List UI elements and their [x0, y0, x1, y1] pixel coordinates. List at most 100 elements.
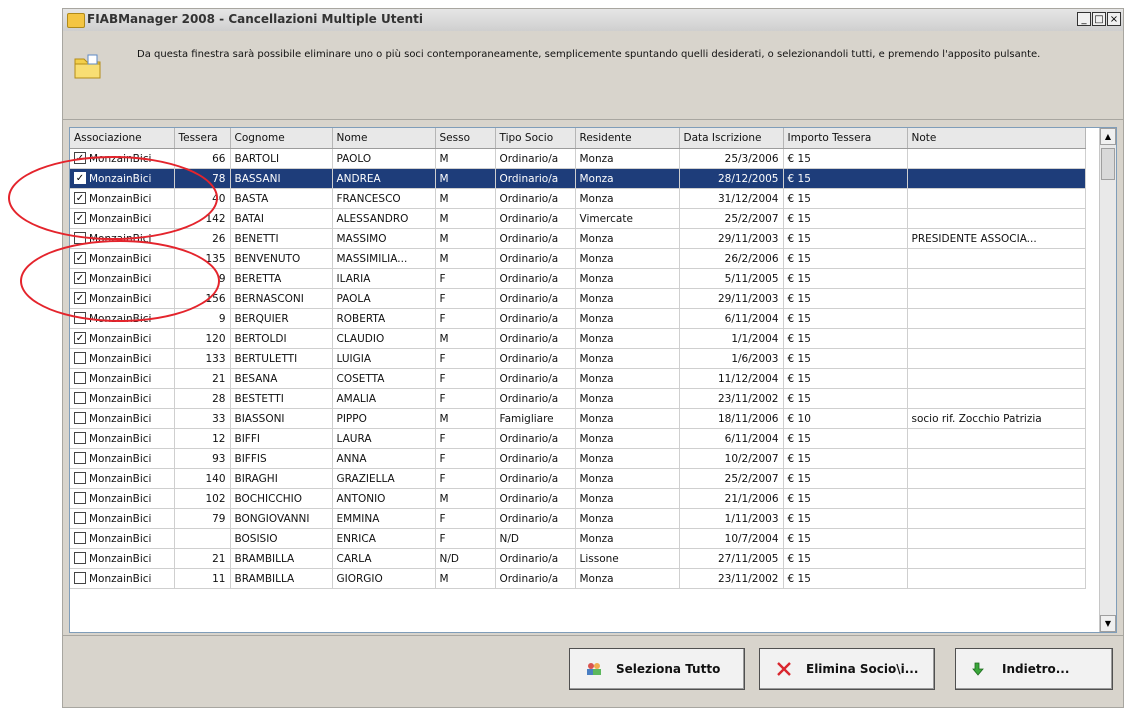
table-row[interactable]: ✓ MonzainBici 9 BERETTA ILARIA F Ordinario/a Mo… — [70, 268, 1086, 289]
table-row[interactable]: ✓ MonzainBici 66 BARTOLI PAOLO M Ordinario/a Mo… — [70, 148, 1086, 169]
checkbox[interactable] — [74, 531, 86, 544]
table-cell: 133 — [174, 348, 231, 369]
close-button[interactable]: × — [1107, 12, 1121, 26]
table-row[interactable]: ✓ MonzainBici 156 BERNASCONI PAOLA F Ordinario… — [70, 288, 1086, 309]
checked-checkbox[interactable]: ✓ — [74, 171, 86, 184]
table-cell: Ordinario/a — [495, 508, 576, 529]
table-cell: ILARIA — [332, 268, 436, 289]
checked-checkbox[interactable]: ✓ — [74, 151, 86, 164]
table-cell: LUIGIA — [332, 348, 436, 369]
column-header[interactable]: Sesso — [435, 128, 496, 149]
table-row[interactable]: MonzainBici 21 BESANA COSETTA F Ordinario/a Mo… — [70, 368, 1086, 389]
checkbox[interactable] — [74, 311, 86, 324]
table-cell: 26 — [174, 228, 231, 249]
table-cell: BASSANI — [230, 168, 333, 189]
table-row[interactable]: MonzainBici BOSISIO ENRICA F N/D Monza 10/7/20… — [70, 528, 1086, 549]
table-cell: BARTOLI — [230, 148, 333, 169]
checked-checkbox[interactable]: ✓ — [74, 251, 86, 264]
checkbox[interactable] — [74, 471, 86, 484]
checked-checkbox[interactable]: ✓ — [74, 331, 86, 344]
delete-members-button[interactable]: Elimina Socio\i... — [759, 648, 935, 690]
table-row[interactable]: ✓ MonzainBici 135 BENVENUTO MASSIMILIA... M Or… — [70, 248, 1086, 269]
maximize-button[interactable]: □ — [1092, 12, 1106, 26]
checkbox[interactable] — [74, 411, 86, 424]
table-cell: 11 — [174, 568, 231, 589]
checkbox[interactable] — [74, 451, 86, 464]
table-row[interactable]: MonzainBici 93 BIFFIS ANNA F Ordinario/a Monza… — [70, 448, 1086, 469]
association-label: MonzainBici — [89, 372, 152, 385]
checkbox[interactable] — [74, 431, 86, 444]
table-cell: € 15 — [783, 308, 908, 329]
table-cell: Monza — [575, 408, 680, 429]
table-cell: 156 — [174, 288, 231, 309]
table-cell: Monza — [575, 168, 680, 189]
table-cell — [907, 268, 1086, 289]
checked-checkbox[interactable]: ✓ — [74, 211, 86, 224]
table-row[interactable]: MonzainBici 133 BERTULETTI LUIGIA F Ordinario… — [70, 348, 1086, 369]
column-header[interactable]: Residente — [575, 128, 680, 149]
association-label: MonzainBici — [89, 152, 152, 165]
table-row[interactable]: MonzainBici 9 BERQUIER ROBERTA F Ordinario/a M… — [70, 308, 1086, 329]
table-row[interactable]: ✓ MonzainBici 40 BASTA FRANCESCO M Ordinario/a… — [70, 188, 1086, 209]
select-all-button[interactable]: Seleziona Tutto — [569, 648, 745, 690]
checkbox[interactable] — [74, 511, 86, 524]
scroll-down-icon[interactable]: ▼ — [1100, 615, 1116, 632]
table-row[interactable]: MonzainBici 12 BIFFI LAURA F Ordinario/a Monza… — [70, 428, 1086, 449]
table-row[interactable]: ✓ MonzainBici 120 BERTOLDI CLAUDIO M Ordinario… — [70, 328, 1086, 349]
checkbox[interactable] — [74, 371, 86, 384]
table-row[interactable]: MonzainBici 28 BESTETTI AMALIA F Ordinario/a M… — [70, 388, 1086, 409]
checkbox[interactable] — [74, 351, 86, 364]
column-header[interactable]: Cognome — [230, 128, 333, 149]
table-cell: MonzainBici — [70, 528, 175, 549]
table-cell: Ordinario/a — [495, 468, 576, 489]
table-row[interactable]: ✓ MonzainBici 142 BATAI ALESSANDRO M Ordinario… — [70, 208, 1086, 229]
table-cell: € 15 — [783, 268, 908, 289]
table-cell: LAURA — [332, 428, 436, 449]
table-row[interactable]: MonzainBici 79 BONGIOVANNI EMMINA F Ordinario… — [70, 508, 1086, 529]
checked-checkbox[interactable]: ✓ — [74, 191, 86, 204]
table-cell: € 15 — [783, 548, 908, 569]
checkbox[interactable] — [74, 571, 86, 584]
column-header[interactable]: Importo Tessera — [783, 128, 908, 149]
table-cell: € 15 — [783, 428, 908, 449]
table-row[interactable]: MonzainBici 26 BENETTI MASSIMO M Ordinario/a M… — [70, 228, 1086, 249]
table-row[interactable]: MonzainBici 33 BIASSONI PIPPO M Famigliare Mon… — [70, 408, 1086, 429]
table-cell: ✓ MonzainBici — [70, 168, 175, 189]
table-row[interactable]: MonzainBici 140 BIRAGHI GRAZIELLA F Ordinario… — [70, 468, 1086, 489]
table-cell: EMMINA — [332, 508, 436, 529]
table-cell: MonzainBici — [70, 368, 175, 389]
table-cell: Monza — [575, 308, 680, 329]
checked-checkbox[interactable]: ✓ — [74, 271, 86, 284]
table-cell: BESANA — [230, 368, 333, 389]
table-cell: BIFFI — [230, 428, 333, 449]
back-button[interactable]: Indietro... — [955, 648, 1113, 690]
column-header[interactable]: Data Iscrizione — [679, 128, 784, 149]
scroll-thumb[interactable] — [1101, 148, 1115, 180]
column-header[interactable]: Associazione — [70, 128, 175, 149]
vertical-scrollbar[interactable]: ▲ ▼ — [1099, 128, 1116, 632]
checkbox[interactable] — [74, 231, 86, 244]
select-all-label: Seleziona Tutto — [616, 662, 721, 676]
association-label: MonzainBici — [89, 272, 152, 285]
members-grid[interactable]: Associazione Tessera Cognome Nome Sesso Tipo … — [69, 127, 1117, 633]
table-row[interactable]: MonzainBici 21 BRAMBILLA CARLA N/D Ordinario/… — [70, 548, 1086, 569]
column-header[interactable]: Tipo Socio — [495, 128, 576, 149]
table-cell: BERTOLDI — [230, 328, 333, 349]
table-row[interactable]: MonzainBici 102 BOCHICCHIO ANTONIO M Ordinari… — [70, 488, 1086, 509]
minimize-button[interactable]: _ — [1077, 12, 1091, 26]
table-row[interactable]: MonzainBici 11 BRAMBILLA GIORGIO M Ordinario/… — [70, 568, 1086, 589]
checkbox[interactable] — [74, 551, 86, 564]
table-cell: ANDREA — [332, 168, 436, 189]
table-row[interactable]: ✓ MonzainBici 78 BASSANI ANDREA M Ordinario/a M… — [70, 168, 1086, 189]
checkbox[interactable] — [74, 391, 86, 404]
association-label: MonzainBici — [89, 552, 152, 565]
scroll-up-icon[interactable]: ▲ — [1100, 128, 1116, 145]
column-header[interactable]: Nome — [332, 128, 436, 149]
window-title: FIABManager 2008 - Cancellazioni Multipl… — [87, 12, 424, 26]
table-cell: € 15 — [783, 248, 908, 269]
checked-checkbox[interactable]: ✓ — [74, 291, 86, 304]
checkbox[interactable] — [74, 491, 86, 504]
table-cell: 23/11/2002 — [679, 568, 784, 589]
column-header[interactable]: Tessera — [174, 128, 231, 149]
column-header[interactable]: Note — [907, 128, 1086, 149]
